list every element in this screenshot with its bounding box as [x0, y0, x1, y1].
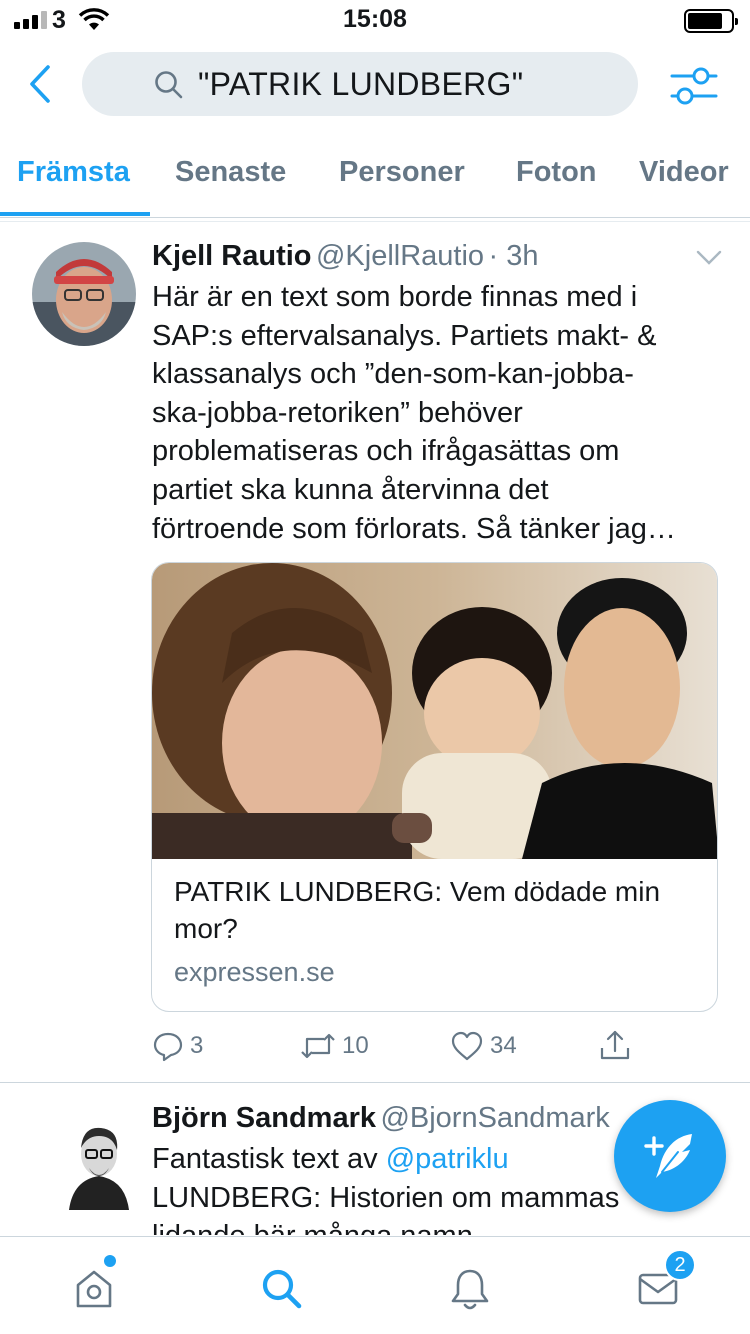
search-icon	[262, 1269, 302, 1309]
tab-latest[interactable]: Senaste	[175, 156, 286, 189]
search-icon	[155, 71, 183, 99]
tweet-text: Här är en text som borde finnas med i SA…	[152, 281, 676, 545]
tab-people[interactable]: Personer	[339, 156, 465, 189]
avatar[interactable]	[32, 242, 136, 346]
like-button[interactable]: 34	[450, 1030, 517, 1062]
tweet-actions: 3 10 34	[152, 1028, 712, 1068]
tab-top[interactable]: Främsta	[17, 156, 130, 189]
back-button[interactable]	[20, 62, 60, 106]
tabbar-notifications[interactable]	[440, 1259, 500, 1319]
retweet-count: 10	[342, 1032, 369, 1059]
search-tabs: Främsta Senaste Personer Foton Videor	[0, 140, 750, 218]
heart-icon	[451, 1031, 483, 1061]
mention-link[interactable]: @patriklu	[386, 1143, 509, 1175]
tabbar-messages[interactable]: 2	[628, 1249, 696, 1319]
messages-badge: 2	[664, 1249, 696, 1281]
tweet-author-handle[interactable]: @BjornSandmark	[380, 1102, 609, 1134]
tweet-divider	[0, 1082, 750, 1083]
tab-photos[interactable]: Foton	[516, 156, 597, 189]
tweet-author-name[interactable]: Kjell Rautio	[152, 240, 312, 272]
share-button[interactable]	[598, 1028, 632, 1062]
status-bar: 3 15:08	[0, 0, 750, 40]
link-card[interactable]: PATRIK LUNDBERG: Vem dödade min mor? exp…	[151, 562, 718, 1012]
like-count: 34	[490, 1032, 517, 1059]
sliders-icon	[670, 67, 718, 105]
battery-icon	[684, 9, 738, 33]
reply-count: 3	[190, 1032, 204, 1059]
tabbar-home[interactable]	[64, 1255, 124, 1319]
search-input[interactable]: "PATRIK LUNDBERG"	[82, 52, 638, 116]
chevron-down-icon[interactable]	[696, 250, 722, 266]
bottom-tab-bar: 2	[0, 1236, 750, 1334]
compose-tweet-button[interactable]	[614, 1100, 726, 1212]
tweet-header: Björn Sandmark @BjornSandmark	[152, 1102, 610, 1135]
retweet-button[interactable]: 10	[300, 1030, 369, 1062]
tweet-header: Kjell Rautio @KjellRautio · 3h	[152, 240, 538, 273]
search-filter-button[interactable]	[666, 62, 722, 110]
reply-icon	[153, 1032, 183, 1062]
link-card-domain: expressen.se	[174, 957, 335, 987]
divider	[0, 221, 750, 222]
status-time: 15:08	[343, 5, 407, 33]
compose-feather-icon	[644, 1134, 692, 1178]
bell-icon	[451, 1269, 489, 1310]
tweet-author-name[interactable]: Björn Sandmark	[152, 1102, 376, 1134]
tabbar-search[interactable]	[252, 1259, 312, 1319]
tweet-author-handle[interactable]: @KjellRautio	[316, 240, 484, 272]
link-card-image	[152, 563, 717, 859]
link-card-title: PATRIK LUNDBERG: Vem dödade min mor?	[174, 876, 661, 944]
tab-videos[interactable]: Videor	[639, 156, 729, 189]
chevron-left-icon	[30, 65, 50, 103]
home-icon	[76, 1270, 112, 1308]
avatar[interactable]	[63, 1118, 135, 1210]
reply-button[interactable]: 3	[152, 1030, 203, 1062]
new-content-dot	[104, 1255, 116, 1267]
tweet-timestamp: · 3h	[488, 240, 539, 272]
active-tab-indicator	[0, 212, 150, 216]
retweet-icon	[301, 1033, 335, 1059]
share-icon	[600, 1030, 630, 1060]
search-query-text: "PATRIK LUNDBERG"	[198, 65, 524, 102]
